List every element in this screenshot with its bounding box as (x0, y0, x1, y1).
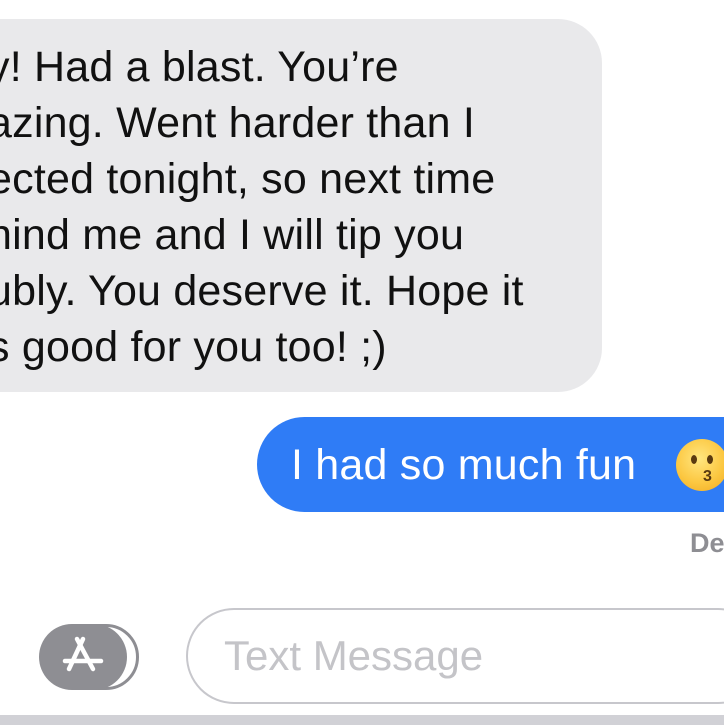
delivery-status: De (690, 528, 724, 558)
sent-message-bubble[interactable]: I had so much fun 3 (257, 417, 724, 512)
received-message-line: ubly. You deserve it. Hope it (0, 267, 524, 315)
app-store-button[interactable] (39, 624, 141, 690)
app-store-icon (62, 636, 104, 672)
received-message-line: y! Had a blast. You’re (0, 43, 399, 91)
received-message-text: y! Had a blast. You’re azing. Went harde… (0, 19, 600, 392)
emoji-mouth: 3 (703, 468, 712, 485)
received-message-line: azing. Went harder than I (0, 99, 476, 147)
received-message-line: s good for you too! ;) (0, 323, 387, 371)
kissing-face-emoji-icon: 3 (676, 439, 724, 491)
input-placeholder: Text Message (224, 632, 484, 679)
keyboard-top-edge (0, 715, 724, 725)
sent-message-text: I had so much fun (291, 441, 637, 489)
emoji-eye (707, 455, 713, 464)
received-message-line: ected tonight, so next time (0, 155, 496, 203)
text-message-input[interactable]: Text Message (186, 608, 724, 704)
emoji-eye (691, 455, 697, 464)
received-message-line: nind me and I will tip you (0, 211, 465, 259)
messages-screen: y! Had a blast. You’re azing. Went harde… (0, 0, 724, 725)
